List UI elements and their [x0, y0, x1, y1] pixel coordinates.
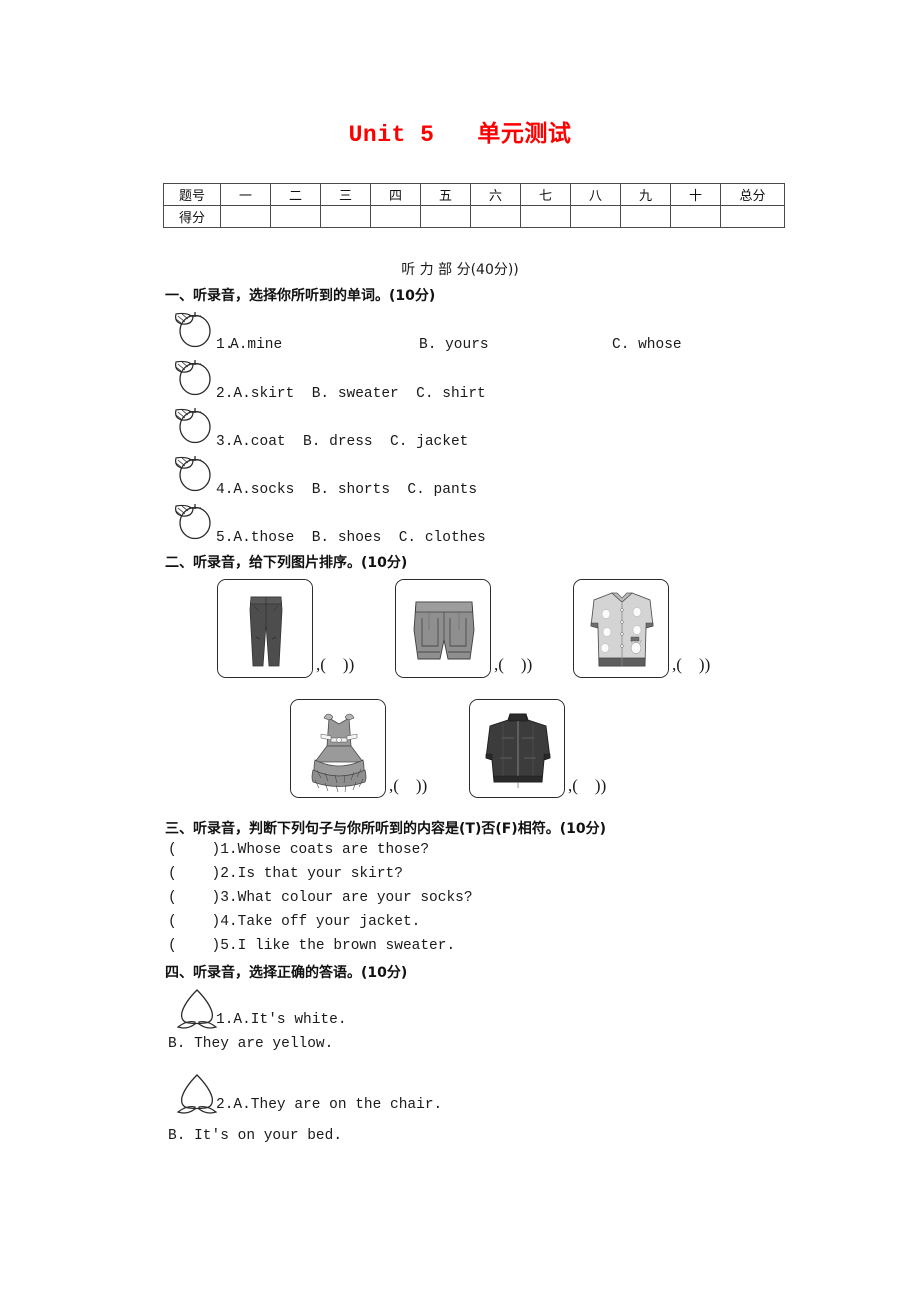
picture-dress-blank[interactable]: ,( )) — [389, 776, 427, 796]
page-title-en: Unit 5 — [348, 122, 435, 148]
picture-pants[interactable] — [217, 579, 313, 678]
section-3-label: 三、听录音，判断下列句子与你所听到的内容是(T)否(F)相符。(10分) — [165, 821, 606, 837]
table-row-score: 得分 — [163, 205, 785, 228]
score-table-col-3: 三 — [320, 183, 371, 206]
picture-shorts[interactable] — [395, 579, 491, 678]
score-table-col-1: 一 — [220, 183, 271, 206]
picture-cardigan[interactable] — [573, 579, 669, 678]
score-table-col-5: 五 — [420, 183, 471, 206]
apple-icon — [175, 408, 211, 444]
q4-choices[interactable]: 4.A.socks B. shorts C. pants — [216, 482, 477, 498]
score-cell-5[interactable] — [420, 205, 471, 228]
apple-icon — [175, 312, 211, 348]
page-title: Unit 5 单元测试 — [0, 114, 920, 148]
score-cell-7[interactable] — [520, 205, 571, 228]
q1-choice-b[interactable]: B. yours — [419, 337, 489, 353]
score-cell-2[interactable] — [270, 205, 321, 228]
s4-q2-option-a[interactable]: 2.A.They are on the chair. — [216, 1097, 442, 1113]
score-table-col-9: 九 — [620, 183, 671, 206]
picture-pants-blank[interactable]: ,( )) — [316, 655, 354, 675]
score-cell-6[interactable] — [470, 205, 521, 228]
cardigan-icon — [574, 580, 668, 677]
q5-choices[interactable]: 5.A.those B. shoes C. clothes — [216, 530, 486, 546]
s4-q2-option-b[interactable]: B. It's on your bed. — [168, 1128, 342, 1144]
apple-icon — [175, 504, 211, 540]
score-table-row-label-1: 题号 — [163, 183, 221, 206]
table-row-header: 题号 一 二 三 四 五 六 七 八 九 十 总分 — [163, 183, 785, 206]
peach-icon — [176, 989, 218, 1029]
section-1-label: 一、听录音，选择你所听到的单词。(10分) — [165, 288, 436, 304]
dress-icon — [291, 700, 385, 797]
section-2-label: 二、听录音，给下列图片排序。(10分) — [165, 555, 408, 571]
peach-icon — [176, 1074, 218, 1114]
tf-line-2[interactable]: ( )2.Is that your skirt? — [168, 866, 403, 882]
q2-choices[interactable]: 2.A.skirt B. sweater C. shirt — [216, 386, 486, 402]
shorts-icon — [396, 580, 490, 677]
picture-jacket-blank[interactable]: ,( )) — [568, 776, 606, 796]
page-title-cn: 单元测试 — [477, 121, 572, 147]
tf-line-1[interactable]: ( )1.Whose coats are those? — [168, 842, 429, 858]
picture-jacket[interactable] — [469, 699, 565, 798]
score-table-col-2: 二 — [270, 183, 321, 206]
tf-line-3[interactable]: ( )3.What colour are your socks? — [168, 890, 473, 906]
picture-dress[interactable] — [290, 699, 386, 798]
pants-icon — [218, 580, 312, 677]
q1-choice-a[interactable]: A.mine — [230, 337, 282, 353]
score-table-col-4: 四 — [370, 183, 421, 206]
score-table-col-10: 十 — [670, 183, 721, 206]
picture-cardigan-blank[interactable]: ,( )) — [672, 655, 710, 675]
picture-shorts-blank[interactable]: ,( )) — [494, 655, 532, 675]
s4-q1-option-a[interactable]: 1.A.It's white. — [216, 1012, 347, 1028]
exam-page: Unit 5 单元测试 题号 一 二 三 四 五 六 七 八 九 十 总分 得分 — [0, 0, 920, 1302]
score-table-col-7: 七 — [520, 183, 571, 206]
score-table-col-8: 八 — [570, 183, 621, 206]
q3-choices[interactable]: 3.A.coat B. dress C. jacket — [216, 434, 468, 450]
tf-line-5[interactable]: ( )5.I like the brown sweater. — [168, 938, 455, 954]
jacket-icon — [470, 700, 564, 797]
score-cell-4[interactable] — [370, 205, 421, 228]
score-table: 题号 一 二 三 四 五 六 七 八 九 十 总分 得分 — [163, 183, 785, 228]
score-table-col-6: 六 — [470, 183, 521, 206]
apple-icon — [175, 360, 211, 396]
tf-line-4[interactable]: ( )4.Take off your jacket. — [168, 914, 420, 930]
apple-icon — [175, 456, 211, 492]
score-table-row-label-2: 得分 — [163, 205, 221, 228]
score-cell-9[interactable] — [620, 205, 671, 228]
s4-q1-option-b[interactable]: B. They are yellow. — [168, 1036, 333, 1052]
score-cell-total[interactable] — [720, 205, 785, 228]
score-cell-8[interactable] — [570, 205, 621, 228]
section-4-label: 四、听录音，选择正确的答语。(10分) — [165, 965, 408, 981]
score-cell-10[interactable] — [670, 205, 721, 228]
score-table-col-total: 总分 — [720, 183, 785, 206]
score-cell-1[interactable] — [220, 205, 271, 228]
score-cell-3[interactable] — [320, 205, 371, 228]
listening-part-heading: 听 力 部 分(40分)) — [401, 262, 519, 278]
q1-choice-c[interactable]: C. whose — [612, 337, 682, 353]
